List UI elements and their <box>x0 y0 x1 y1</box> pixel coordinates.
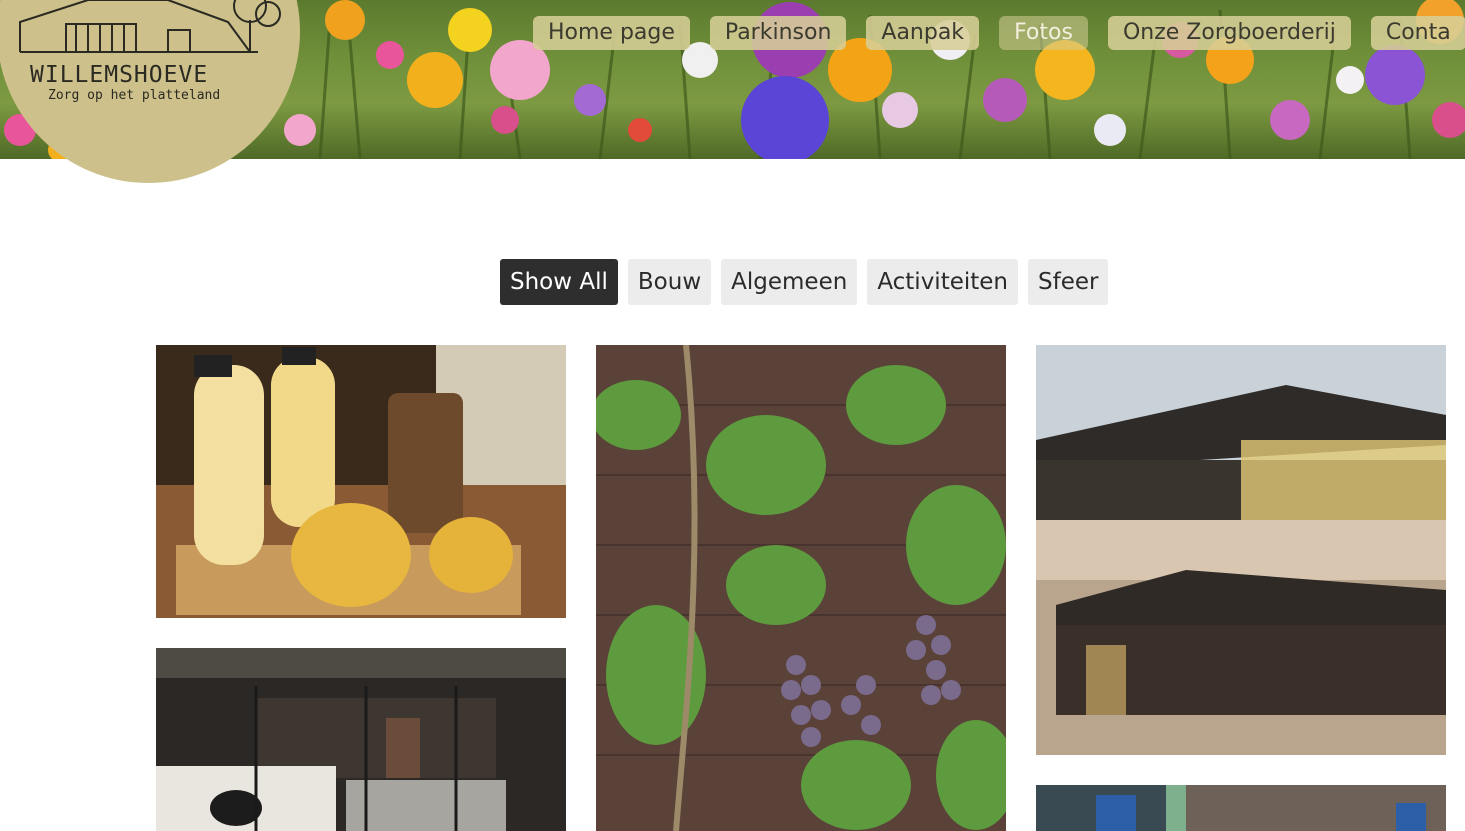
nav-item-aanpak[interactable]: Aanpak <box>866 16 980 50</box>
filter-bouw-button[interactable]: Bouw <box>627 259 712 305</box>
filter-show-all-button[interactable]: Show All <box>500 259 618 305</box>
filter-algemeen-button[interactable]: Algemeen <box>721 259 858 305</box>
nav-item-onze-zorgboerderij[interactable]: Onze Zorgboerderij <box>1107 16 1351 50</box>
nav-item-home[interactable]: Home page <box>533 16 690 50</box>
gallery-photo-grapes[interactable] <box>596 345 1006 831</box>
gallery-photo-building-render[interactable] <box>1036 345 1446 755</box>
filter-sfeer-button[interactable]: Sfeer <box>1028 259 1109 305</box>
filter-activiteiten-button[interactable]: Activiteiten <box>867 259 1019 305</box>
building-render-image <box>1036 345 1446 755</box>
dairy-photo-image <box>156 345 566 618</box>
gallery-photo-barn[interactable] <box>156 648 566 831</box>
construction-photo-image <box>1036 785 1446 831</box>
brand-name: WILLEMSHOEVE <box>30 62 209 88</box>
gallery-photo-construction[interactable] <box>1036 785 1446 831</box>
gallery-photo-dairy[interactable] <box>156 345 566 618</box>
farmhouse-logo-icon <box>19 0 281 53</box>
main-nav: Home page Parkinson Aanpak Fotos Onze Zo… <box>533 16 1465 50</box>
nav-item-parkinson[interactable]: Parkinson <box>709 16 847 50</box>
nav-item-fotos[interactable]: Fotos <box>999 16 1088 50</box>
grapes-photo-image <box>596 345 1006 831</box>
brand-tagline: Zorg op het platteland <box>48 88 221 103</box>
barn-photo-image <box>156 648 566 831</box>
gallery-filter-bar: Show All Bouw Algemeen Activiteiten Sfee… <box>500 259 1109 305</box>
nav-item-contact[interactable]: Conta <box>1370 16 1465 50</box>
